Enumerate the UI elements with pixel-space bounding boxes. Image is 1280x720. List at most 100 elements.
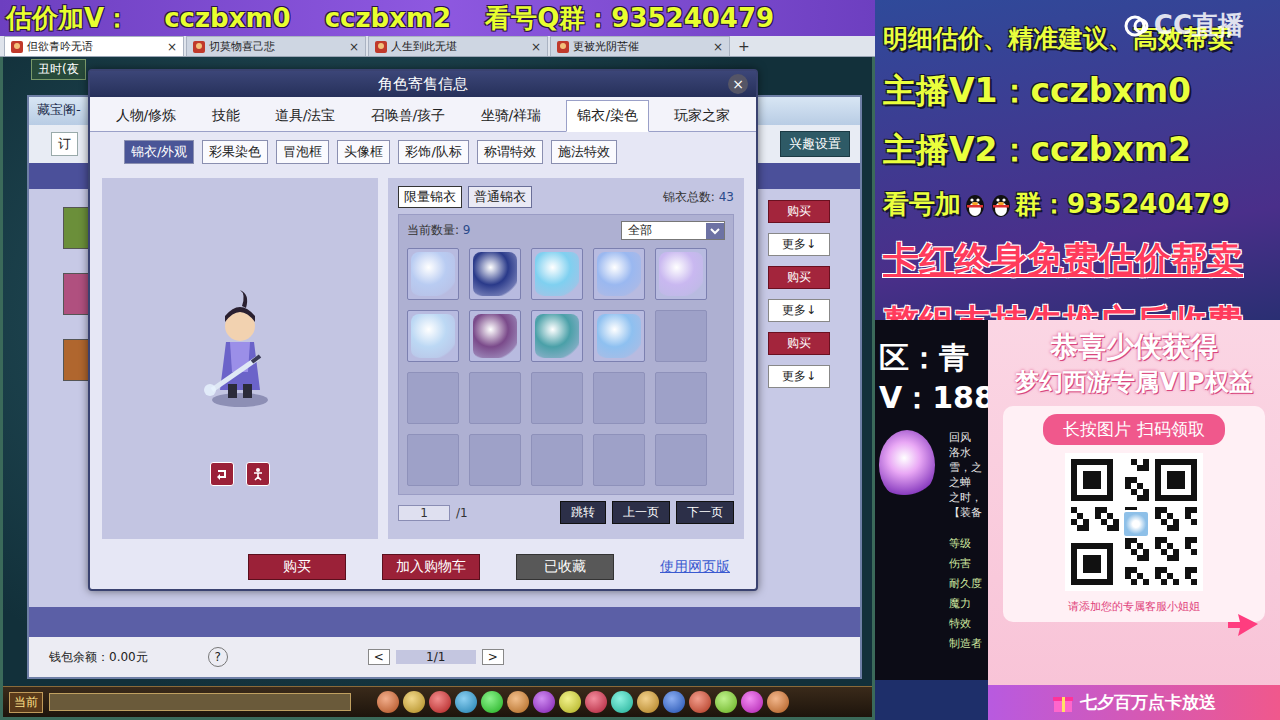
tooltip-text: 回风洛水雪，之之蝉之时，【装备 等级伤害耐久度魔力特效制造者	[949, 430, 989, 654]
ad-title: 恭喜少侠获得	[1050, 320, 1218, 366]
toolbar-icon[interactable]	[507, 691, 529, 713]
dialog-tab[interactable]: 人物/修炼	[106, 101, 187, 131]
outfit-item-icon	[535, 252, 579, 296]
page-input[interactable]: 1	[398, 505, 450, 521]
game-tab[interactable]: 但欲青吟无语 ×	[4, 36, 184, 56]
outfit-slot[interactable]	[655, 248, 707, 300]
dialog-tab[interactable]: 道具/法宝	[265, 101, 346, 131]
primary-action-button[interactable]: 购买	[248, 554, 346, 580]
sub-tab[interactable]: 称谓特效	[477, 140, 543, 164]
outfit-slot[interactable]	[593, 248, 645, 300]
avatar-icon	[557, 41, 569, 53]
outfit-slot[interactable]	[531, 248, 583, 300]
outfit-slot[interactable]	[469, 248, 521, 300]
outfit-item-icon	[411, 252, 455, 296]
toolbar-icon[interactable]	[637, 691, 659, 713]
dialog-tab[interactable]: 技能	[202, 101, 250, 131]
prev-page-button[interactable]: 上一页	[612, 501, 670, 524]
order-filter[interactable]: 订	[51, 132, 78, 156]
outfit-slot[interactable]	[407, 310, 459, 362]
link-action-button[interactable]: 使用网页版	[650, 555, 740, 579]
outfit-slot[interactable]	[531, 310, 583, 362]
toolbar-icon[interactable]	[403, 691, 425, 713]
next-page-button[interactable]: >	[482, 649, 504, 665]
tooltip-stat-line: 耐久度	[949, 574, 989, 594]
prev-page-button[interactable]: <	[368, 649, 390, 665]
outfit-slot[interactable]	[593, 310, 645, 362]
toolbar-icon[interactable]	[455, 691, 477, 713]
sub-tab[interactable]: 彩饰/队标	[398, 140, 468, 164]
toolbar-icon[interactable]	[767, 691, 789, 713]
channel-button[interactable]: 当前	[9, 692, 43, 713]
outfit-total: 锦衣总数: 43	[663, 189, 734, 206]
buy-button[interactable]: 购买	[768, 200, 830, 223]
game-tab[interactable]: 切莫物喜己悲 ×	[186, 36, 366, 56]
outfit-item-icon	[411, 314, 455, 358]
primary-action-button[interactable]: 加入购物车	[382, 554, 480, 580]
dialog-sub-tabs: 锦衣/外观彩果染色冒泡框头像框彩饰/队标称谓特效施法特效	[90, 132, 756, 170]
toolbar-icon[interactable]	[611, 691, 633, 713]
help-button[interactable]: ?	[208, 647, 228, 667]
interest-button[interactable]: 兴趣设置	[780, 131, 850, 157]
avatar-icon	[11, 41, 23, 53]
toolbar-icon[interactable]	[715, 691, 737, 713]
toolbar-icon[interactable]	[559, 691, 581, 713]
sub-tab[interactable]: 冒泡框	[276, 140, 329, 164]
dialog-tab[interactable]: 锦衣/染色	[566, 100, 649, 132]
toolbar-icon[interactable]	[377, 691, 399, 713]
rotate-button[interactable]	[210, 462, 234, 486]
dialog-tab[interactable]: 召唤兽/孩子	[361, 101, 456, 131]
more-button[interactable]: 更多↓	[768, 233, 830, 256]
next-page-button[interactable]: 下一页	[676, 501, 734, 524]
tooltip-stat-line: 特效	[949, 614, 989, 634]
more-button[interactable]: 更多↓	[768, 365, 830, 388]
toolbar-icon[interactable]	[533, 691, 555, 713]
sub-tab[interactable]: 锦衣/外观	[124, 140, 194, 164]
outfit-type-toggle[interactable]: 普通锦衣	[468, 186, 532, 208]
pose-button[interactable]	[246, 462, 270, 486]
tab-close-button[interactable]: ×	[167, 40, 177, 54]
outfit-slot	[593, 434, 645, 486]
tab-add-button[interactable]: +	[732, 38, 756, 54]
buy-button[interactable]: 购买	[768, 266, 830, 289]
jump-button[interactable]: 跳转	[560, 501, 606, 524]
outfit-slot	[655, 434, 707, 486]
sub-tab[interactable]: 彩果染色	[202, 140, 268, 164]
sub-tab[interactable]: 施法特效	[551, 140, 617, 164]
toolbar-icon[interactable]	[741, 691, 763, 713]
outfit-filter-dropdown[interactable]: 全部	[621, 221, 725, 240]
game-tab[interactable]: 人生到此无堪 ×	[368, 36, 548, 56]
toolbar-icon[interactable]	[585, 691, 607, 713]
outfit-slot[interactable]	[469, 310, 521, 362]
promo-line: 主播V2：cczbxm2	[883, 128, 1272, 173]
toolbar-icon[interactable]	[429, 691, 451, 713]
outfit-grid	[407, 248, 725, 486]
tab-close-button[interactable]: ×	[713, 40, 723, 54]
banner-wechat-id: cczbxm2	[325, 3, 452, 33]
watermark-text: CC直播	[1154, 8, 1244, 43]
outfit-slot[interactable]	[407, 248, 459, 300]
chat-input[interactable]	[49, 693, 351, 711]
avatar-icon	[375, 41, 387, 53]
game-tab[interactable]: 更被光阴苦催 ×	[550, 36, 730, 56]
close-button[interactable]: ×	[728, 74, 748, 94]
banner-wechat-id: cczbxm0	[164, 3, 291, 33]
tab-close-button[interactable]: ×	[349, 40, 359, 54]
sub-tab[interactable]: 头像框	[337, 140, 390, 164]
outfit-type-toggle[interactable]: 限量锦衣	[398, 186, 462, 208]
tooltip-desc-line: 【装备	[949, 505, 989, 520]
outfit-item-icon	[535, 314, 579, 358]
buy-button[interactable]: 购买	[768, 332, 830, 355]
muted-action-button[interactable]: 已收藏	[516, 554, 614, 580]
qr-code-icon[interactable]	[1065, 453, 1203, 591]
more-button[interactable]: 更多↓	[768, 299, 830, 322]
toolbar-icon[interactable]	[663, 691, 685, 713]
dropdown-button[interactable]	[706, 223, 724, 239]
row-actions: 购买 更多↓	[768, 266, 830, 322]
dialog-tab[interactable]: 坐骑/祥瑞	[471, 101, 552, 131]
toolbar-icon[interactable]	[481, 691, 503, 713]
outfit-count-row: 当前数量: 9 全部	[407, 221, 725, 240]
tab-close-button[interactable]: ×	[531, 40, 541, 54]
toolbar-icon[interactable]	[689, 691, 711, 713]
dialog-tab[interactable]: 玩家之家	[664, 101, 740, 131]
